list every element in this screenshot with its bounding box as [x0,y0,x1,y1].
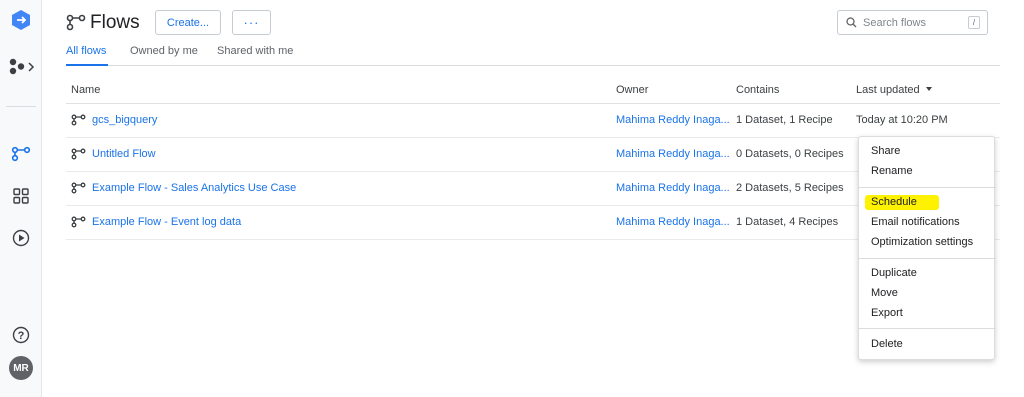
column-header-owner[interactable]: Owner [616,84,648,96]
menu-item-label: Email notifications [871,216,960,228]
user-avatar[interactable]: MR [9,356,33,380]
flow-name: Example Flow - Event log data [92,216,242,228]
menu-item-share[interactable]: Share [859,143,996,161]
menu-item-label: Rename [871,165,913,177]
menu-item-optimization-settings[interactable]: Optimization settings [859,234,996,252]
flow-name-link[interactable]: Example Flow - Sales Analytics Use Case [71,182,296,194]
tabs-divider [66,65,1000,66]
flow-name-link[interactable]: Untitled Flow [71,148,156,160]
flow-icon [71,114,86,126]
search-shortcut-hint: / [968,16,980,29]
dataprep-logo-icon[interactable] [10,9,32,31]
menu-item-export[interactable]: Export [859,305,996,323]
rail-divider [6,106,36,107]
contains-text: 1 Dataset, 4 Recipes [736,216,839,228]
tab-shared-with-me[interactable]: Shared with me [217,45,293,57]
flow-icon [71,148,86,160]
menu-item-schedule[interactable]: Schedule [859,194,996,212]
menu-divider [859,328,996,329]
menu-divider [859,187,996,188]
data-sources-expand-icon[interactable] [8,57,36,77]
flows-icon[interactable] [11,144,31,164]
flow-name: gcs_bigquery [92,114,158,126]
menu-item-label: Export [871,307,903,319]
help-icon[interactable]: ? [11,325,31,345]
flow-icon [71,216,86,228]
create-button[interactable]: Create... [155,10,221,35]
contains-text: 0 Datasets, 0 Recipes [736,148,844,160]
menu-divider [859,258,996,259]
search-input[interactable] [863,16,963,29]
owner-link[interactable]: Mahima Reddy Inaga... [616,182,730,194]
column-header-contains[interactable]: Contains [736,84,779,96]
column-header-last-updated-label: Last updated [856,84,920,96]
flow-context-menu: Share Rename Schedule Email notification… [858,136,996,360]
left-nav-rail: ? MR [0,0,42,397]
flows-title-icon [66,14,86,31]
menu-item-rename[interactable]: Rename [859,163,996,181]
active-tab-indicator [66,64,108,66]
menu-item-label: Delete [871,338,903,350]
menu-item-duplicate[interactable]: Duplicate [859,265,996,283]
flow-name: Untitled Flow [92,148,156,160]
menu-item-move[interactable]: Move [859,285,996,303]
contains-text: 2 Datasets, 5 Recipes [736,182,844,194]
flow-icon [71,182,86,194]
search-box[interactable]: / [837,10,988,35]
jobs-play-icon[interactable] [11,228,31,248]
owner-link[interactable]: Mahima Reddy Inaga... [616,216,730,228]
menu-item-label: Schedule [871,196,917,208]
flow-name-link[interactable]: gcs_bigquery [71,114,157,126]
owner-link[interactable]: Mahima Reddy Inaga... [616,148,730,160]
contains-text: 1 Dataset, 1 Recipe [736,114,833,126]
flow-name-link[interactable]: Example Flow - Event log data [71,216,241,228]
search-icon [846,17,857,28]
page-title: Flows [90,12,140,33]
table-header: Name Owner Contains Last updated [66,74,1000,104]
flow-name: Example Flow - Sales Analytics Use Case [92,182,297,194]
tab-owned-by-me[interactable]: Owned by me [130,45,198,57]
table-row[interactable]: gcs_bigquery Mahima Reddy Inaga... 1 Dat… [66,104,1000,138]
owner-link[interactable]: Mahima Reddy Inaga... [616,114,730,126]
menu-item-email-notifications[interactable]: Email notifications [859,214,996,232]
menu-item-label: Duplicate [871,267,917,279]
menu-item-delete[interactable]: Delete [859,336,996,354]
column-header-name[interactable]: Name [71,84,100,96]
tab-all-flows[interactable]: All flows [66,45,106,57]
menu-item-label: Move [871,287,898,299]
menu-item-label: Optimization settings [871,236,974,248]
library-grid-icon[interactable] [11,186,31,206]
menu-item-label: Share [871,145,901,157]
last-updated-text: Today at 10:20 PM [856,114,948,126]
more-options-button[interactable]: ··· [232,10,271,35]
column-header-last-updated[interactable]: Last updated [856,84,932,96]
sort-caret-icon [925,87,932,91]
svg-text:?: ? [18,330,25,342]
